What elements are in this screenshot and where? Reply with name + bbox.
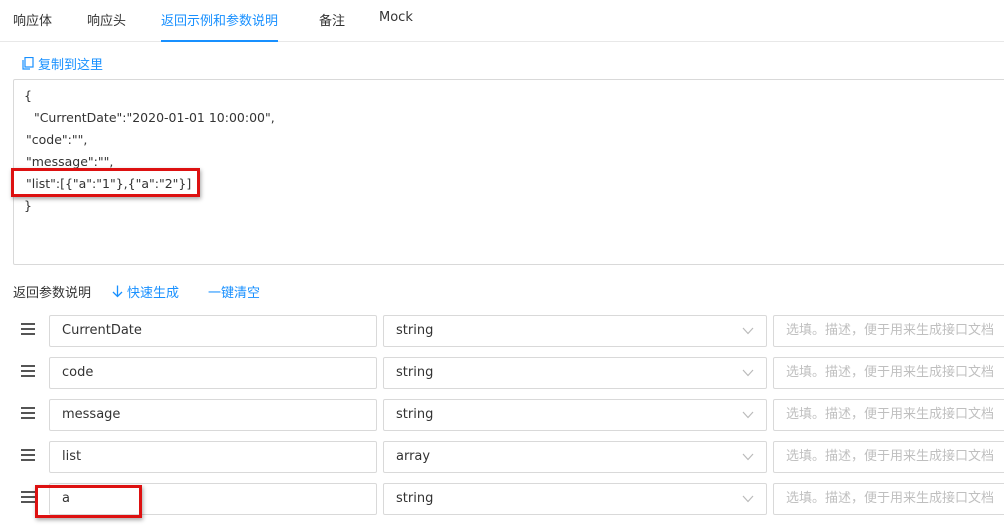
quick-generate-link[interactable]: 快速生成 <box>112 282 179 301</box>
param-row: message string 选填。描述，便于用来生成接口文档 <box>0 399 1004 431</box>
tab-mock[interactable]: Mock <box>379 10 413 42</box>
param-name-input[interactable]: CurrentDate <box>49 315 377 347</box>
param-type-select[interactable]: string <box>383 399 767 431</box>
param-name-input[interactable]: list <box>49 441 377 473</box>
tab-response-body[interactable]: 响应体 <box>13 10 52 42</box>
params-title: 返回参数说明 <box>13 286 92 301</box>
param-type-select[interactable]: string <box>383 315 767 347</box>
param-type-select[interactable]: array <box>383 441 767 473</box>
param-type-value: string <box>396 407 434 422</box>
drag-handle-icon[interactable] <box>21 323 35 337</box>
copy-here-label: 复制到这里 <box>38 58 104 73</box>
param-name-input[interactable]: a <box>49 483 377 515</box>
param-desc-input[interactable]: 选填。描述，便于用来生成接口文档 <box>773 483 1004 515</box>
param-name-input[interactable]: message <box>49 399 377 431</box>
chevron-down-icon <box>742 327 754 335</box>
drag-handle-icon[interactable] <box>21 491 35 505</box>
tab-example-and-params[interactable]: 返回示例和参数说明 <box>161 10 279 42</box>
code-line: { <box>24 88 32 103</box>
drag-handle-icon[interactable] <box>21 407 35 421</box>
chevron-down-icon <box>742 495 754 503</box>
tab-response-headers[interactable]: 响应头 <box>87 10 126 42</box>
copy-icon <box>22 57 34 70</box>
chevron-down-icon <box>742 411 754 419</box>
code-line: "list":[{"a":"1"},{"a":"2"}] <box>26 176 192 191</box>
param-row: list array 选填。描述，便于用来生成接口文档 <box>0 441 1004 473</box>
param-type-value: string <box>396 365 434 380</box>
clear-all-link[interactable]: 一键清空 <box>208 282 260 301</box>
param-type-value: string <box>396 491 434 506</box>
param-row: a string 选填。描述，便于用来生成接口文档 <box>0 483 1004 515</box>
param-type-select[interactable]: string <box>383 357 767 389</box>
tab-notes[interactable]: 备注 <box>319 10 345 42</box>
drag-handle-icon[interactable] <box>21 449 35 463</box>
param-desc-input[interactable]: 选填。描述，便于用来生成接口文档 <box>773 399 1004 431</box>
chevron-down-icon <box>742 369 754 377</box>
code-line: } <box>24 198 32 213</box>
param-type-value: array <box>396 449 431 464</box>
code-line: "code":"", <box>26 132 88 147</box>
drag-handle-icon[interactable] <box>21 365 35 379</box>
copy-here-link[interactable]: 复制到这里 <box>22 54 103 73</box>
param-type-select[interactable]: string <box>383 483 767 515</box>
tab-bar: 响应体 响应头 返回示例和参数说明 备注 Mock <box>0 0 1004 42</box>
code-line: "CurrentDate":"2020-01-01 10:00:00", <box>26 110 275 125</box>
param-type-value: string <box>396 323 434 338</box>
quick-generate-label: 快速生成 <box>127 286 180 301</box>
param-row: code string 选填。描述，便于用来生成接口文档 <box>0 357 1004 389</box>
param-desc-input[interactable]: 选填。描述，便于用来生成接口文档 <box>773 441 1004 473</box>
param-row: CurrentDate string 选填。描述，便于用来生成接口文档 <box>0 315 1004 347</box>
arrow-down-icon <box>112 285 123 298</box>
chevron-down-icon <box>742 453 754 461</box>
example-json-editor[interactable]: { "CurrentDate":"2020-01-01 10:00:00", "… <box>13 79 1004 265</box>
code-line: "message":"", <box>26 154 114 169</box>
param-name-input[interactable]: code <box>49 357 377 389</box>
param-desc-input[interactable]: 选填。描述，便于用来生成接口文档 <box>773 357 1004 389</box>
param-desc-input[interactable]: 选填。描述，便于用来生成接口文档 <box>773 315 1004 347</box>
